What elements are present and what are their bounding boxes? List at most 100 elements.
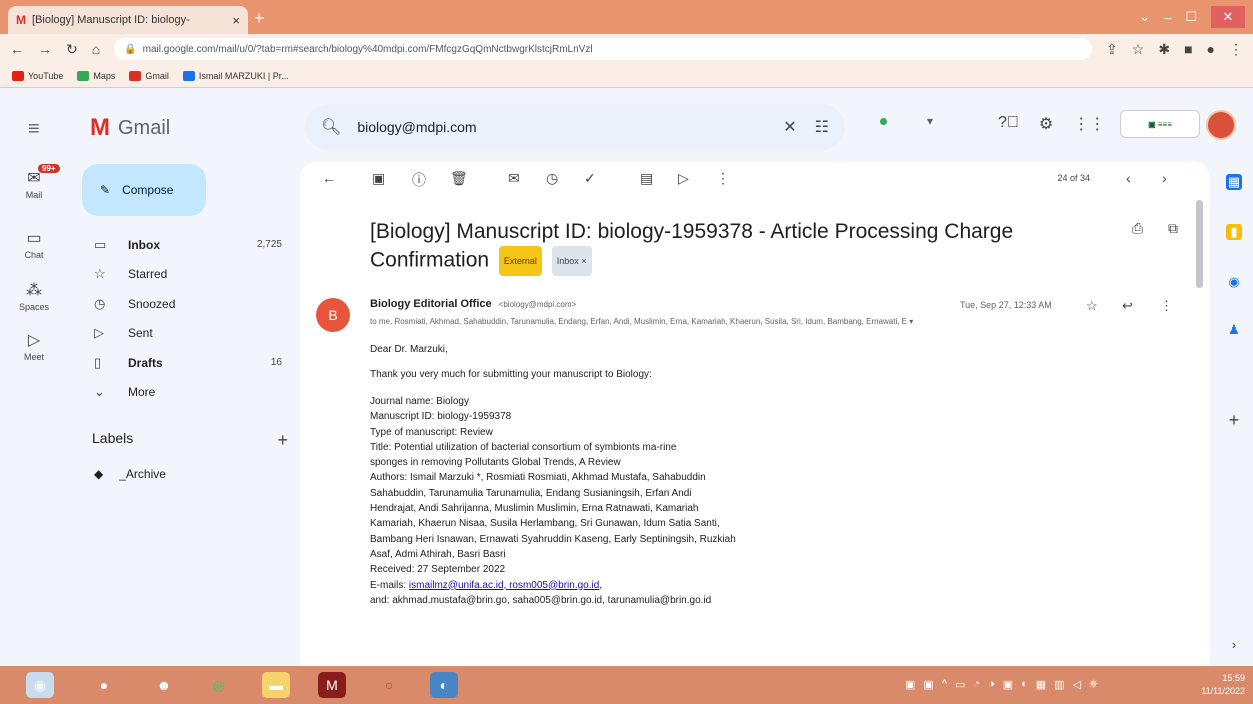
home-icon[interactable]: ⌂ [92, 41, 100, 57]
minimize-button[interactable]: – [1164, 10, 1171, 25]
tab-close-icon[interactable]: × [232, 13, 240, 28]
rail-meet[interactable]: ▷ Meet [0, 330, 68, 362]
rail-mail[interactable]: ✉ 99+ Mail [0, 164, 68, 200]
taskbar-clock[interactable]: 15:59 11/11/2022 [1201, 672, 1245, 698]
profile-icon[interactable]: ● [1207, 41, 1215, 57]
label-item-archive[interactable]: ◆ _Archive [94, 467, 166, 481]
add-task-icon[interactable]: ✓ [584, 170, 596, 187]
gmail-logo[interactable]: M Gmail [90, 114, 170, 142]
email-links[interactable]: ismailmz@unifa.ac.id, rosm005@brin.go.id… [409, 580, 602, 591]
reload-icon[interactable]: ↻ [66, 41, 78, 58]
file-explorer-icon[interactable]: ▬ [262, 672, 290, 698]
bookmark-maps[interactable]: Maps [77, 70, 115, 81]
sidepanel-icon[interactable]: ■ [1184, 41, 1192, 57]
contacts-icon[interactable]: ♟ [1226, 322, 1242, 338]
new-tab-button[interactable]: + [254, 8, 265, 29]
compose-button[interactable]: ✎ Compose [82, 164, 206, 216]
browser-menu-icon[interactable]: ⋮ [1229, 41, 1243, 58]
expand-panel-icon[interactable]: › [1226, 636, 1242, 652]
status-selector[interactable]: ▾ [880, 114, 933, 128]
nav-item-more[interactable]: ⌄ More [82, 378, 292, 408]
more-actions-icon[interactable]: ⋮ [716, 170, 730, 187]
nav-item-drafts[interactable]: ▯ Drafts 16 [82, 348, 292, 378]
tray-icon[interactable]: ▣ [923, 678, 933, 691]
tray-chevron-icon[interactable]: ^ [942, 678, 947, 691]
organization-logo[interactable]: ▣ ≡≡≡ [1120, 110, 1200, 138]
label-icon[interactable]: ▷ [678, 170, 689, 187]
bookmark-profile[interactable]: Ismail MARZUKI | Pr... [182, 70, 289, 81]
search-icon[interactable]: 🔍︎ [321, 117, 341, 137]
keep-icon[interactable]: ▮ [1226, 224, 1242, 240]
tray-icon[interactable]: ▦ [1036, 678, 1046, 691]
inbox-chip[interactable]: Inbox × [551, 246, 592, 276]
move-to-icon[interactable]: ▤ [640, 170, 653, 187]
print-icon[interactable]: ⎙ [1132, 220, 1143, 237]
start-button[interactable]: ◉ [26, 672, 54, 698]
main-menu-icon[interactable]: ≡ [28, 118, 40, 141]
extensions-icon[interactable]: ✱ [1158, 41, 1170, 58]
mark-unread-icon[interactable]: ✉ [508, 170, 520, 187]
tray-icon[interactable]: ◑ [988, 678, 995, 691]
chrome-icon[interactable]: ◐ [430, 672, 458, 698]
search-input[interactable]: biology@mdpi.com [357, 119, 765, 135]
people-icon[interactable]: ☻ [150, 672, 178, 698]
app-m-icon[interactable]: M [318, 672, 346, 698]
sender-name[interactable]: Biology Editorial Office [370, 298, 492, 310]
settings-gear-icon[interactable]: ⚙ [1039, 114, 1053, 134]
message-scrollbar[interactable] [1196, 200, 1203, 288]
calendar-icon[interactable]: ▦ [1226, 174, 1242, 190]
snooze-icon[interactable]: ◷ [546, 170, 558, 187]
firefox-icon[interactable]: ● [90, 672, 118, 698]
maximize-button[interactable]: ☐ [1185, 9, 1197, 25]
nav-item-snoozed[interactable]: ◷ Snoozed [82, 289, 292, 319]
star-message-icon[interactable]: ☆ [1086, 298, 1098, 314]
tab-search-icon[interactable]: ⌄ [1139, 9, 1150, 25]
delete-icon[interactable]: 🗑︎ [450, 170, 468, 187]
older-message-icon[interactable]: › [1162, 170, 1167, 186]
message-more-icon[interactable]: ⋮ [1160, 298, 1173, 314]
tasks-icon[interactable]: ◉ [1226, 274, 1242, 290]
emails-line-2[interactable]: and: akhmad.mustafa@brin.go, saha005@bri… [370, 593, 990, 608]
tray-icon[interactable]: ▣ [905, 678, 915, 691]
search-options-icon[interactable]: ☷ [815, 117, 829, 137]
bookmark-star-icon[interactable]: ☆ [1132, 41, 1145, 58]
nav-item-starred[interactable]: ☆ Starred [82, 260, 292, 290]
opera-icon[interactable]: ○ [375, 672, 403, 698]
clear-search-icon[interactable]: ✕ [783, 117, 796, 137]
apps-grid-icon[interactable]: ⋮⋮ [1073, 114, 1105, 134]
back-to-list-icon[interactable]: ← [322, 170, 336, 186]
network-icon[interactable]: ▥ [1054, 678, 1064, 691]
language-icon[interactable]: ⎈ [1089, 678, 1098, 691]
close-window-button[interactable]: ✕ [1211, 6, 1245, 28]
tray-icon[interactable]: ◐ [1021, 678, 1028, 691]
add-label-icon[interactable]: + [277, 430, 288, 451]
help-icon[interactable]: ?⃝ [998, 114, 1019, 134]
report-spam-icon[interactable]: ⓘ [412, 170, 426, 190]
volume-icon[interactable]: ◁ [1073, 678, 1081, 691]
recipients-line[interactable]: to me, Rosmiati, Akhmad, Sahabuddin, Tar… [370, 317, 1140, 326]
tray-icon[interactable]: ◔ [973, 678, 980, 691]
rail-chat[interactable]: ▭ Chat [0, 228, 68, 260]
back-icon[interactable]: ← [10, 41, 24, 57]
add-addon-icon[interactable]: + [1226, 410, 1242, 430]
reply-icon[interactable]: ↩ [1122, 298, 1133, 314]
search-bar[interactable]: 🔍︎ biology@mdpi.com ✕ ☷ [305, 104, 845, 150]
nav-item-sent[interactable]: ▷ Sent [82, 319, 292, 349]
email-subject: [Biology] Manuscript ID: biology-1959378… [370, 218, 1020, 276]
account-avatar[interactable] [1206, 110, 1236, 140]
whatsapp-icon[interactable]: ◎ [205, 672, 233, 698]
tray-icon[interactable]: ▣ [1003, 678, 1013, 691]
forward-icon[interactable]: → [38, 41, 52, 57]
newer-message-icon[interactable]: ‹ [1126, 170, 1131, 186]
archive-icon[interactable]: ▣ [372, 170, 385, 187]
tray-icon[interactable]: ▭ [955, 678, 965, 691]
rail-spaces[interactable]: ⁂ Spaces [0, 280, 68, 312]
open-new-window-icon[interactable]: ⧉ [1168, 220, 1178, 237]
bookmark-youtube[interactable]: YouTube [12, 70, 63, 81]
sender-avatar[interactable]: B [316, 298, 350, 332]
bookmark-gmail[interactable]: Gmail [129, 70, 169, 81]
share-icon[interactable]: ⇪ [1106, 41, 1118, 58]
address-bar[interactable]: 🔒 mail.google.com/mail/u/0/?tab=rm#searc… [114, 38, 1093, 60]
nav-item-inbox[interactable]: ▭ Inbox 2,725 [82, 230, 292, 260]
browser-tab[interactable]: M [Biology] Manuscript ID: biology- × [8, 6, 248, 34]
